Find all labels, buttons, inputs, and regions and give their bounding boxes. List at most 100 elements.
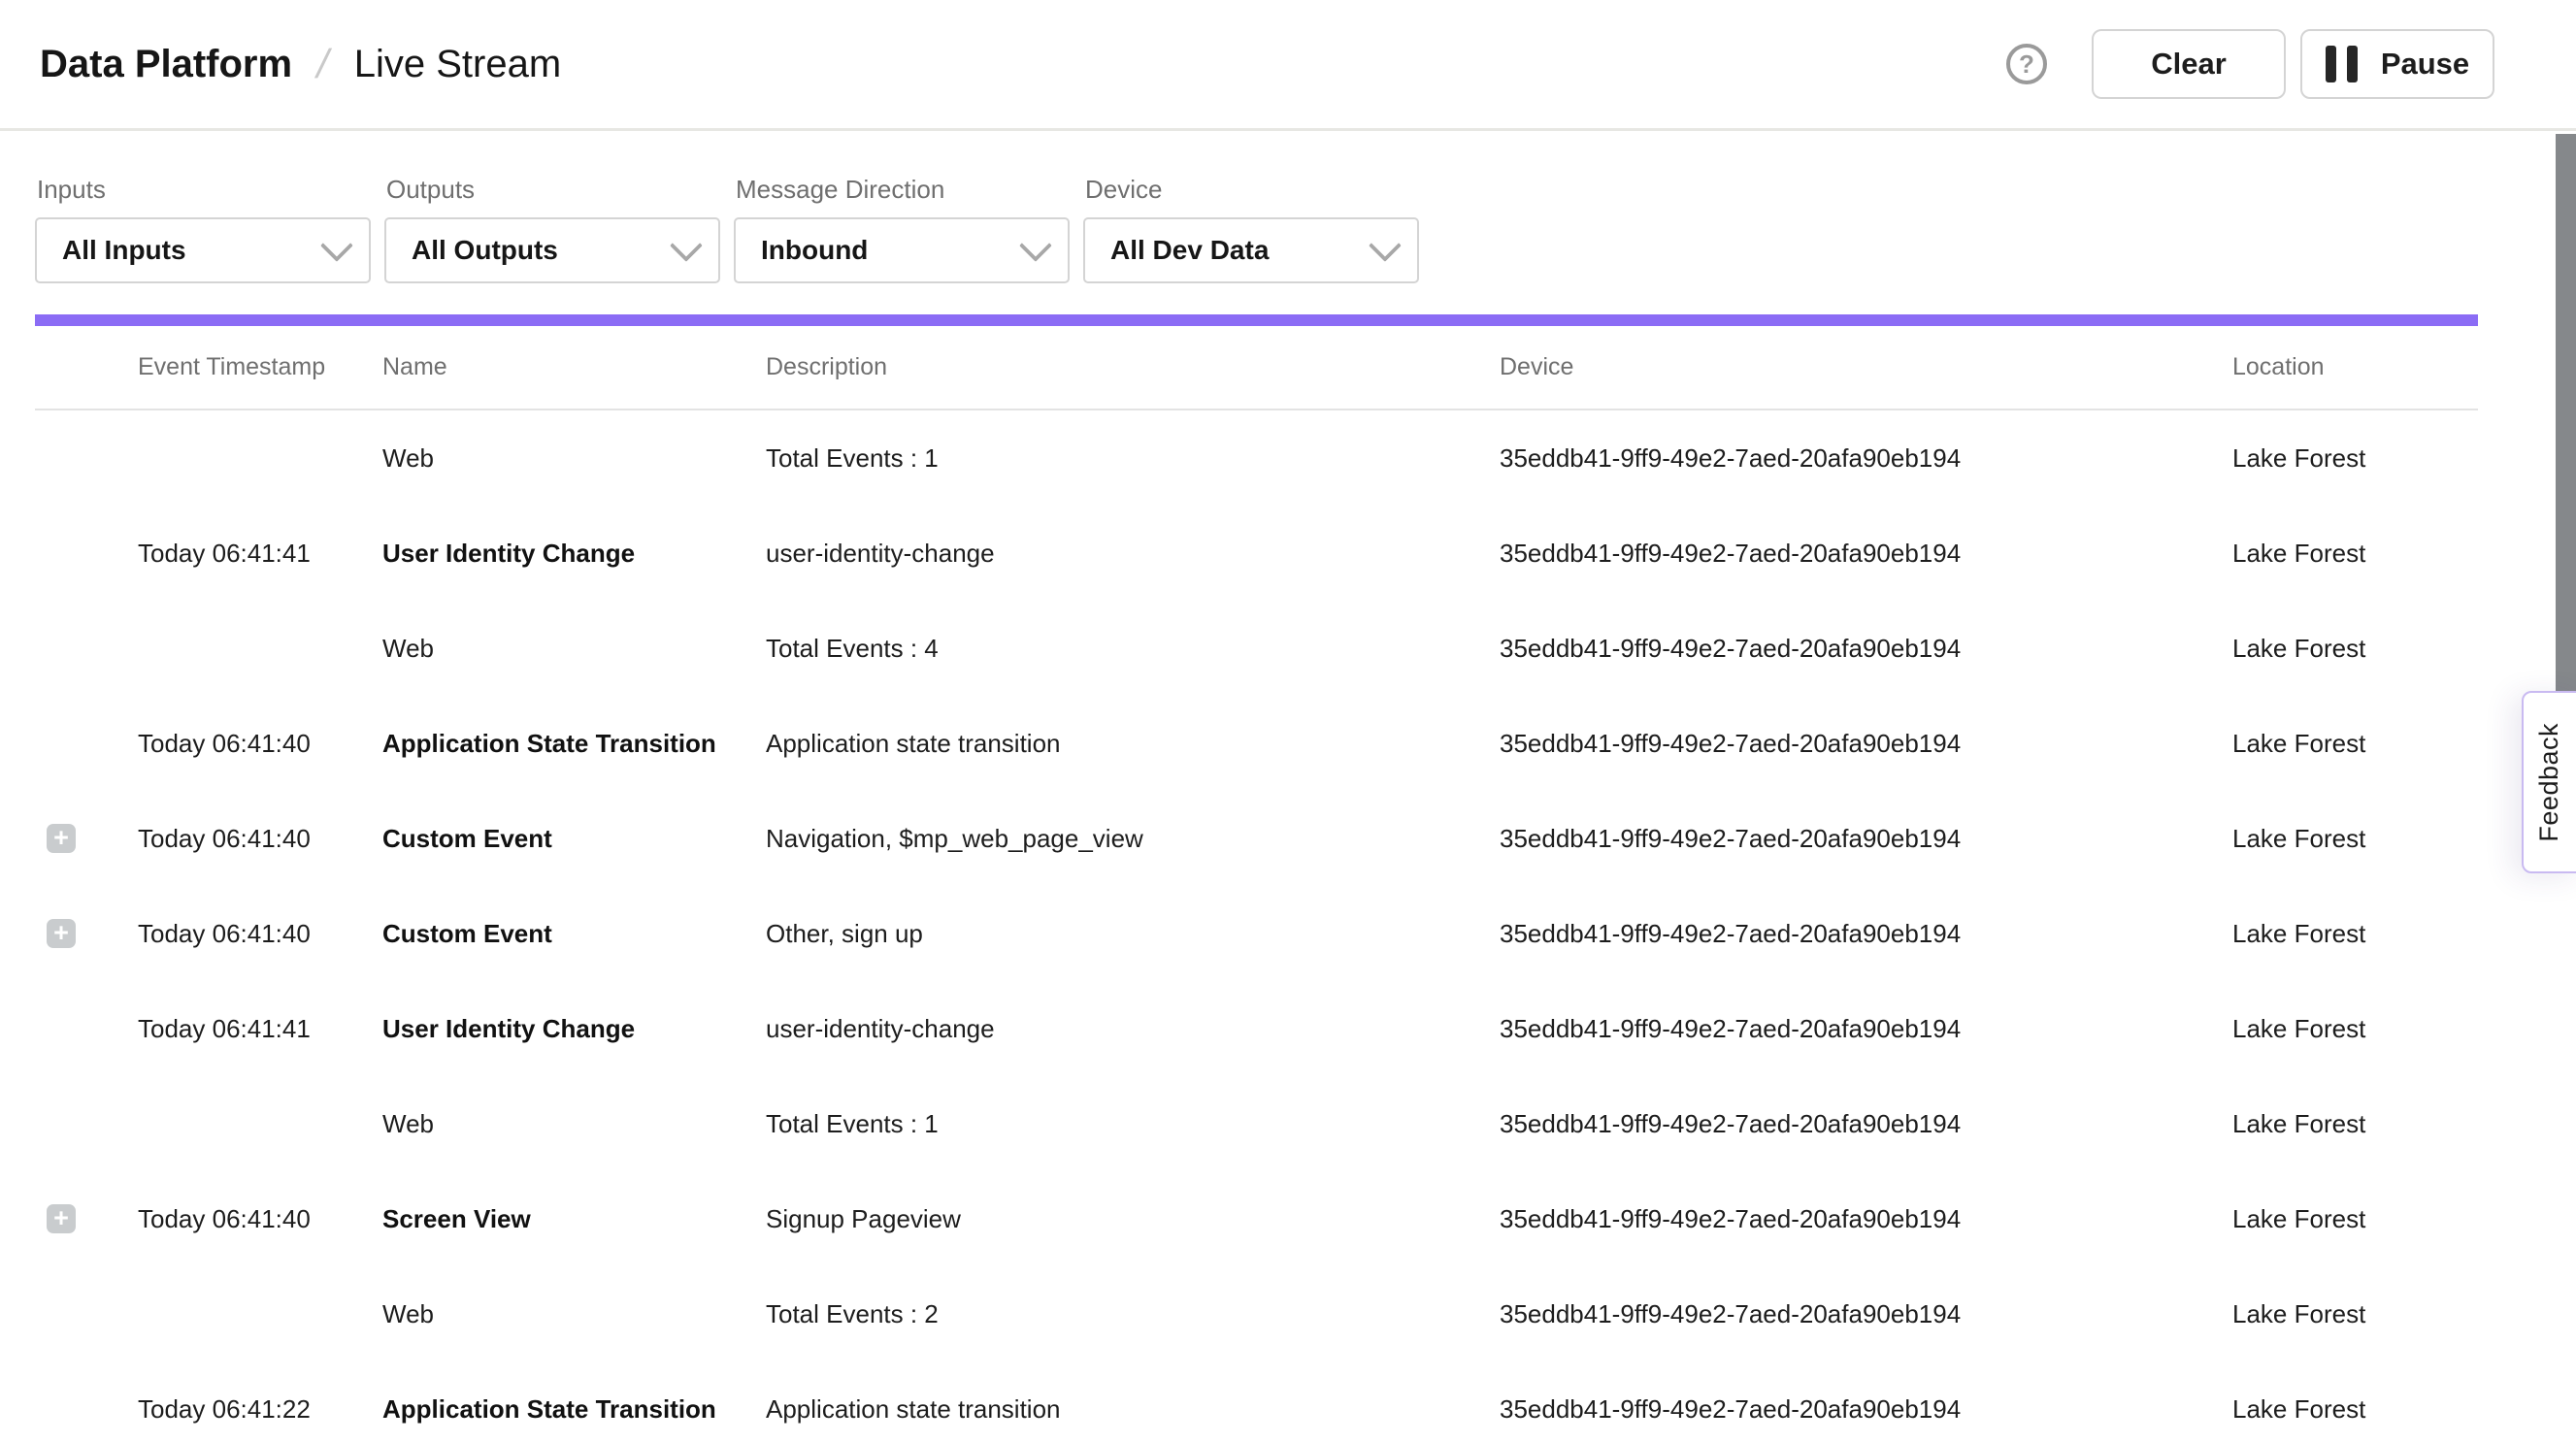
event-location-cell: Lake Forest: [2232, 1204, 2478, 1234]
live-stream-page: Data Platform / Live Stream ? Clear Paus…: [0, 0, 2576, 1442]
plus-icon: +: [53, 919, 69, 946]
outputs-select[interactable]: All Outputs: [384, 217, 720, 283]
feedback-tab-label: Feedback: [2534, 723, 2564, 842]
event-description-cell: Application state transition: [766, 1394, 1500, 1425]
event-location-cell: Lake Forest: [2232, 824, 2478, 854]
column-header-description: Description: [766, 353, 1500, 381]
event-location-cell: Lake Forest: [2232, 1014, 2478, 1044]
feedback-tab[interactable]: Feedback: [2522, 691, 2576, 873]
plus-icon: +: [53, 824, 69, 851]
event-name-cell: Web: [382, 1299, 766, 1329]
event-description-cell: Total Events : 1: [766, 443, 1500, 474]
expand-cell: +: [35, 1109, 138, 1138]
chevron-down-icon: [1369, 229, 1402, 262]
event-description-cell: Application state transition: [766, 729, 1500, 759]
event-device-cell: 35eddb41-9ff9-49e2-7aed-20afa90eb194: [1500, 1109, 2232, 1139]
live-stream-indicator-bar: [35, 314, 2478, 326]
column-header-location: Location: [2232, 353, 2478, 381]
message-direction-filter-label: Message Direction: [734, 175, 1070, 205]
filter-bar: Inputs All Inputs Outputs All Outputs Me…: [0, 131, 2576, 283]
scrollbar-thumb[interactable]: [2556, 134, 2576, 691]
pause-button-label: Pause: [2381, 47, 2469, 82]
table-row[interactable]: + Today 06:41:22 Application State Trans…: [35, 1361, 2478, 1442]
event-description-cell: Other, sign up: [766, 919, 1500, 949]
expand-cell: +: [35, 1299, 138, 1328]
expand-cell: +: [35, 1204, 138, 1233]
device-select[interactable]: All Dev Data: [1083, 217, 1419, 283]
filter-message-direction: Message Direction Inbound: [734, 175, 1070, 283]
breadcrumb-data-platform[interactable]: Data Platform: [40, 43, 292, 86]
column-header-event-timestamp: Event Timestamp: [138, 353, 382, 381]
expand-row-button[interactable]: +: [47, 824, 76, 853]
event-device-cell: 35eddb41-9ff9-49e2-7aed-20afa90eb194: [1500, 729, 2232, 759]
event-timestamp-cell: Today 06:41:40: [138, 729, 382, 759]
event-name-cell: Web: [382, 1109, 766, 1139]
table-row[interactable]: + Today 06:41:41 User Identity Change us…: [35, 506, 2478, 601]
topbar: Data Platform / Live Stream ? Clear Paus…: [0, 0, 2576, 131]
table-row[interactable]: + Today 06:41:41 User Identity Change us…: [35, 981, 2478, 1076]
event-description-cell: Navigation, $mp_web_page_view: [766, 824, 1500, 854]
outputs-filter-label: Outputs: [384, 175, 720, 205]
table-row[interactable]: + Today 06:41:40 Custom Event Other, sig…: [35, 886, 2478, 981]
events-table-body: + Web Total Events : 1 35eddb41-9ff9-49e…: [35, 410, 2478, 1442]
table-row[interactable]: + Today 06:41:40 Custom Event Navigation…: [35, 791, 2478, 886]
event-timestamp-cell: Today 06:41:40: [138, 824, 382, 854]
event-location-cell: Lake Forest: [2232, 919, 2478, 949]
plus-icon: +: [53, 1204, 69, 1231]
event-location-cell: Lake Forest: [2232, 1394, 2478, 1425]
chevron-down-icon: [320, 229, 353, 262]
device-filter-label: Device: [1083, 175, 1419, 205]
table-row[interactable]: + Web Total Events : 1 35eddb41-9ff9-49e…: [35, 1076, 2478, 1171]
event-name-cell: User Identity Change: [382, 1014, 766, 1044]
table-row[interactable]: + Web Total Events : 1 35eddb41-9ff9-49e…: [35, 410, 2478, 506]
event-location-cell: Lake Forest: [2232, 729, 2478, 759]
table-row[interactable]: + Today 06:41:40 Application State Trans…: [35, 696, 2478, 791]
event-name-cell: Screen View: [382, 1204, 766, 1234]
message-direction-select-value: Inbound: [761, 235, 868, 266]
expand-cell: +: [35, 729, 138, 758]
question-icon: ?: [2019, 51, 2034, 77]
event-device-cell: 35eddb41-9ff9-49e2-7aed-20afa90eb194: [1500, 919, 2232, 949]
event-device-cell: 35eddb41-9ff9-49e2-7aed-20afa90eb194: [1500, 634, 2232, 664]
inputs-filter-label: Inputs: [35, 175, 371, 205]
table-row[interactable]: + Web Total Events : 4 35eddb41-9ff9-49e…: [35, 601, 2478, 696]
clear-button[interactable]: Clear: [2092, 29, 2286, 99]
column-header-name: Name: [382, 353, 766, 381]
message-direction-select[interactable]: Inbound: [734, 217, 1070, 283]
event-device-cell: 35eddb41-9ff9-49e2-7aed-20afa90eb194: [1500, 443, 2232, 474]
event-device-cell: 35eddb41-9ff9-49e2-7aed-20afa90eb194: [1500, 824, 2232, 854]
event-timestamp-cell: Today 06:41:22: [138, 1394, 382, 1425]
expand-row-button[interactable]: +: [47, 919, 76, 948]
inputs-select[interactable]: All Inputs: [35, 217, 371, 283]
event-description-cell: user-identity-change: [766, 1014, 1500, 1044]
event-description-cell: Total Events : 4: [766, 634, 1500, 664]
expand-cell: +: [35, 539, 138, 568]
table-row[interactable]: + Today 06:41:40 Screen View Signup Page…: [35, 1171, 2478, 1266]
events-table-header: Event Timestamp Name Description Device …: [35, 326, 2478, 410]
table-row[interactable]: + Web Total Events : 2 35eddb41-9ff9-49e…: [35, 1266, 2478, 1361]
event-name-cell: Custom Event: [382, 824, 766, 854]
pause-button[interactable]: Pause: [2300, 29, 2494, 99]
event-name-cell: Custom Event: [382, 919, 766, 949]
event-name-cell: Web: [382, 443, 766, 474]
event-location-cell: Lake Forest: [2232, 1299, 2478, 1329]
expand-cell: +: [35, 1394, 138, 1424]
help-button[interactable]: ?: [2006, 44, 2047, 84]
pause-icon: [2326, 46, 2358, 82]
event-location-cell: Lake Forest: [2232, 1109, 2478, 1139]
event-device-cell: 35eddb41-9ff9-49e2-7aed-20afa90eb194: [1500, 1204, 2232, 1234]
breadcrumb-separator: /: [313, 41, 334, 87]
event-timestamp-cell: Today 06:41:41: [138, 539, 382, 569]
filter-device: Device All Dev Data: [1083, 175, 1419, 283]
event-description-cell: user-identity-change: [766, 539, 1500, 569]
event-name-cell: Web: [382, 634, 766, 664]
event-location-cell: Lake Forest: [2232, 634, 2478, 664]
event-device-cell: 35eddb41-9ff9-49e2-7aed-20afa90eb194: [1500, 1014, 2232, 1044]
expand-row-button[interactable]: +: [47, 1204, 76, 1233]
chevron-down-icon: [1019, 229, 1052, 262]
event-device-cell: 35eddb41-9ff9-49e2-7aed-20afa90eb194: [1500, 1394, 2232, 1425]
event-timestamp-cell: Today 06:41:41: [138, 1014, 382, 1044]
clear-button-label: Clear: [2151, 47, 2227, 82]
event-name-cell: Application State Transition: [382, 729, 766, 759]
device-select-value: All Dev Data: [1110, 235, 1269, 266]
